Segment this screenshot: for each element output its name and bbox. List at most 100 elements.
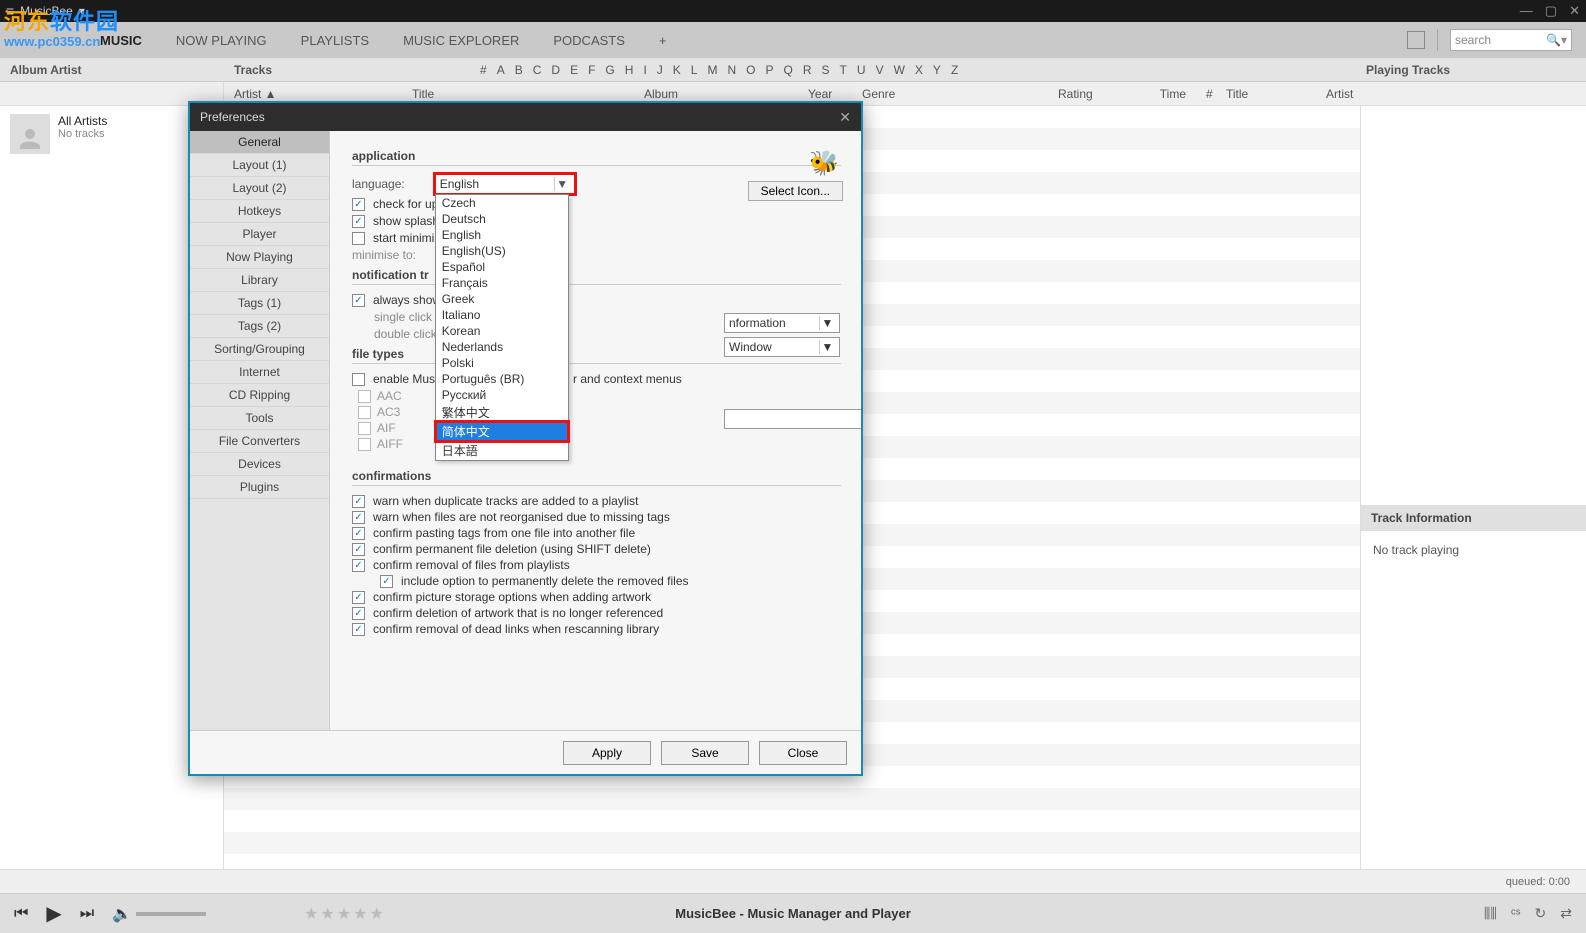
alpha-W[interactable]: W [894,63,905,77]
alpha-C[interactable]: C [533,63,542,77]
lang-option[interactable]: Korean [436,323,568,339]
prefs-nav-tags-1-[interactable]: Tags (1) [190,292,329,315]
lang-option[interactable]: Português (BR) [436,371,568,387]
save-button[interactable]: Save [661,741,749,765]
alpha-K[interactable]: K [673,63,681,77]
chk-ft-aac[interactable] [358,390,371,403]
repeat-icon[interactable]: ↻ [1535,905,1547,922]
alpha-U[interactable]: U [857,63,866,77]
language-select[interactable]: English ▼ [435,174,575,194]
lang-option[interactable]: 简体中文 [436,422,568,441]
volume-control[interactable]: 🔈 [112,904,206,924]
prefs-nav-now-playing[interactable]: Now Playing [190,246,329,269]
prefs-nav-tools[interactable]: Tools [190,407,329,430]
chk-confirm-3[interactable] [352,543,365,556]
lang-option[interactable]: Polski [436,355,568,371]
prefs-nav-sorting-grouping[interactable]: Sorting/Grouping [190,338,329,361]
double-click-select[interactable]: Window▼ [724,337,840,357]
tab-playlists[interactable]: PLAYLISTS [301,33,369,48]
prefs-close-icon[interactable]: ✕ [839,109,851,126]
chk-always-show[interactable] [352,294,365,307]
chk-start-min[interactable] [352,232,365,245]
lang-option[interactable]: Nederlands [436,339,568,355]
alpha-H[interactable]: H [625,63,634,77]
tab-music[interactable]: MUSIC [100,33,142,48]
alpha-D[interactable]: D [551,63,560,77]
prefs-nav-plugins[interactable]: Plugins [190,476,329,499]
rating-stars[interactable]: ★★★★★ [304,904,386,924]
lastfm-icon[interactable]: ᶜˢ [1511,905,1521,922]
chk-confirm-sub[interactable] [380,575,393,588]
chk-ft-aiff[interactable] [358,438,371,451]
minimize-button[interactable]: — [1520,3,1533,19]
alpha-J[interactable]: J [657,63,663,77]
lang-option[interactable]: Czech [436,195,568,211]
alpha-G[interactable]: G [605,63,614,77]
col-time[interactable]: Time [1136,82,1196,105]
chk-confirm-7[interactable] [352,623,365,636]
prefs-nav-tags-2-[interactable]: Tags (2) [190,315,329,338]
tab-music-explorer[interactable]: MUSIC EXPLORER [403,33,519,48]
prefs-nav-internet[interactable]: Internet [190,361,329,384]
alpha-E[interactable]: E [570,63,578,77]
prefs-nav-library[interactable]: Library [190,269,329,292]
alpha-O[interactable]: O [746,63,755,77]
lang-option[interactable]: Français [436,275,568,291]
lang-option[interactable]: 日本語 [436,441,568,460]
alpha-Y[interactable]: Y [933,63,941,77]
prefs-nav-file-converters[interactable]: File Converters [190,430,329,453]
col-playing-title[interactable]: Title [1216,82,1316,105]
col-playing-artist[interactable]: Artist [1316,82,1586,105]
chk-confirm-6[interactable] [352,607,365,620]
close-button[interactable]: Close [759,741,847,765]
chk-ft-ac3[interactable] [358,406,371,419]
alpha-V[interactable]: V [876,63,884,77]
alpha-Q[interactable]: Q [784,63,793,77]
maximize-button[interactable]: ▢ [1545,3,1557,19]
chk-confirm-4[interactable] [352,559,365,572]
equalizer-icon[interactable]: ⫼⫼ [1484,905,1497,922]
play-button[interactable]: ▶ [46,901,61,926]
col-rating[interactable]: Rating [1048,82,1136,105]
prefs-nav-hotkeys[interactable]: Hotkeys [190,200,329,223]
search-icon[interactable]: 🔍▾ [1546,33,1567,47]
chk-confirm-0[interactable] [352,495,365,508]
single-click-select[interactable]: nformation▼ [724,313,840,333]
alpha-F[interactable]: F [588,63,595,77]
lang-option[interactable]: Русский [436,387,568,403]
chk-confirm-5[interactable] [352,591,365,604]
title-chevron-icon[interactable]: ▾ [79,4,85,18]
chk-ft-aif[interactable] [358,422,371,435]
lang-option[interactable]: English(US) [436,243,568,259]
shuffle-icon[interactable]: ⇄ [1560,905,1572,922]
lang-option[interactable]: Greek [436,291,568,307]
chk-confirm-1[interactable] [352,511,365,524]
alpha-X[interactable]: X [915,63,923,77]
prefs-nav-general[interactable]: General [190,131,329,154]
alpha-Z[interactable]: Z [951,63,958,77]
alpha-L[interactable]: L [691,63,698,77]
prefs-nav-layout-1-[interactable]: Layout (1) [190,154,329,177]
prefs-nav-player[interactable]: Player [190,223,329,246]
chk-enable-assoc[interactable] [352,373,365,386]
apply-button[interactable]: Apply [563,741,651,765]
alpha-R[interactable]: R [803,63,812,77]
lang-option[interactable]: Deutsch [436,211,568,227]
context-menu-select[interactable]: ▼ [724,409,861,429]
alpha-#[interactable]: # [480,63,487,77]
tab-podcasts[interactable]: PODCASTS [553,33,625,48]
alpha-P[interactable]: P [766,63,774,77]
lang-option[interactable]: Español [436,259,568,275]
panel-layout-icon[interactable] [1407,31,1425,49]
tab-now-playing[interactable]: NOW PLAYING [176,33,267,48]
lang-option[interactable]: 繁体中文 [436,403,568,422]
chk-check-updates[interactable] [352,198,365,211]
prefs-nav-layout-2-[interactable]: Layout (2) [190,177,329,200]
alpha-T[interactable]: T [840,63,847,77]
alpha-B[interactable]: B [515,63,523,77]
col-num[interactable]: # [1196,82,1216,105]
lang-option[interactable]: Italiano [436,307,568,323]
chk-confirm-2[interactable] [352,527,365,540]
alpha-I[interactable]: I [643,63,646,77]
prev-button[interactable]: ⏮ [14,905,28,923]
